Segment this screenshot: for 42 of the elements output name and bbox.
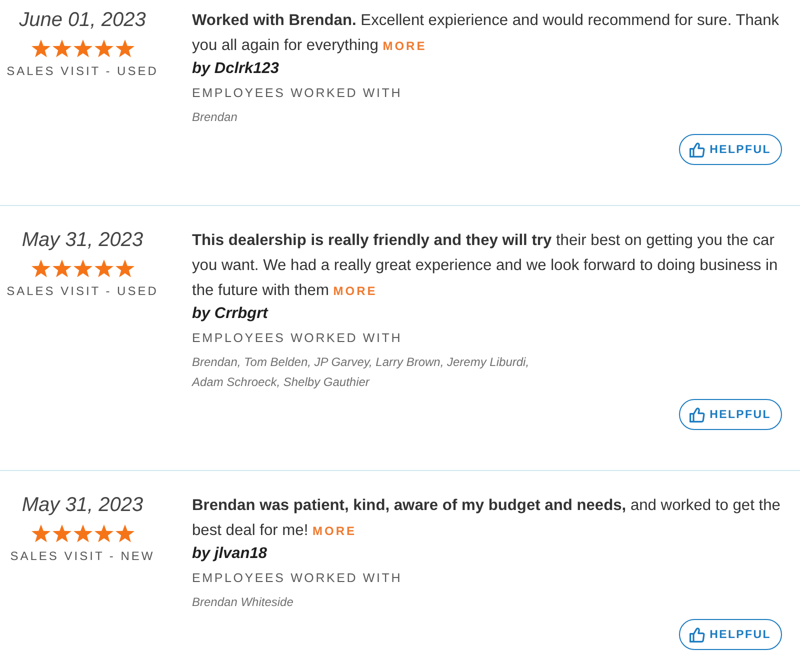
star-icon: [72, 258, 92, 278]
review-author: by Dclrk123: [192, 59, 280, 79]
review-author: by Crrbgrt: [192, 304, 268, 324]
visit-type: SALES VISIT - USED: [6, 63, 158, 79]
star-icon: [72, 524, 92, 542]
thumbs-up-icon: [688, 142, 705, 158]
star-icon: [94, 524, 114, 542]
star-icon: [30, 38, 50, 58]
helpful-button[interactable]: HELPFUL: [678, 134, 782, 165]
more-link[interactable]: MORE: [382, 39, 427, 53]
visit-type: SALES VISIT - USED: [6, 283, 158, 299]
star-icon: [30, 524, 50, 542]
employee-names: Brendan Whiteside: [192, 594, 294, 611]
employee-names: Brendan, Tom Belden, JP Garvey, Larry Brown, Jeremy Liburdi, Adam Schroeck, Shelby Gauthier: [192, 354, 530, 391]
star-icon: [30, 258, 50, 278]
thumbs-up-icon: [688, 406, 705, 422]
star-icon: [114, 258, 134, 278]
review-date: June 01, 2023: [19, 8, 146, 33]
employees-label: EMPLOYEES WORKED WITH: [192, 330, 402, 347]
review-date: May 31, 2023: [22, 228, 144, 253]
review-text: Worked with Brendan. Excellent expierience and would recommend for sure. Thank you all again for everything MORE: [192, 11, 780, 56]
star-icon: [52, 258, 72, 278]
star-icon: [52, 524, 72, 542]
star-icon: [94, 38, 114, 58]
star-icon: [52, 38, 72, 58]
more-link[interactable]: MORE: [312, 524, 356, 538]
helpful-button[interactable]: HELPFUL: [678, 399, 782, 430]
more-link[interactable]: MORE: [333, 284, 378, 298]
star-icon: [114, 524, 134, 542]
star-icon: [72, 38, 92, 58]
employees-label: EMPLOYEES WORKED WITH: [192, 570, 402, 587]
thumbs-up-icon: [688, 626, 705, 642]
visit-type: SALES VISIT - NEW: [10, 548, 155, 564]
review-text: This dealership is really friendly and they will try their best on getting you the car you want. We had a really great experience and we look forward to doing business in the future with them MORE: [192, 231, 779, 301]
star-icon: [94, 258, 114, 278]
employees-label: EMPLOYEES WORKED WITH: [192, 85, 402, 102]
employee-names: Brendan: [192, 109, 238, 126]
helpful-button[interactable]: HELPFUL: [678, 619, 782, 650]
review-date: May 31, 2023: [22, 493, 144, 518]
star-icon: [114, 38, 134, 58]
review-text: Brendan was patient, kind, aware of my budget and needs, and worked to get the best deal for me! MORE: [192, 496, 782, 541]
review-author: by jlvan18: [192, 544, 267, 564]
